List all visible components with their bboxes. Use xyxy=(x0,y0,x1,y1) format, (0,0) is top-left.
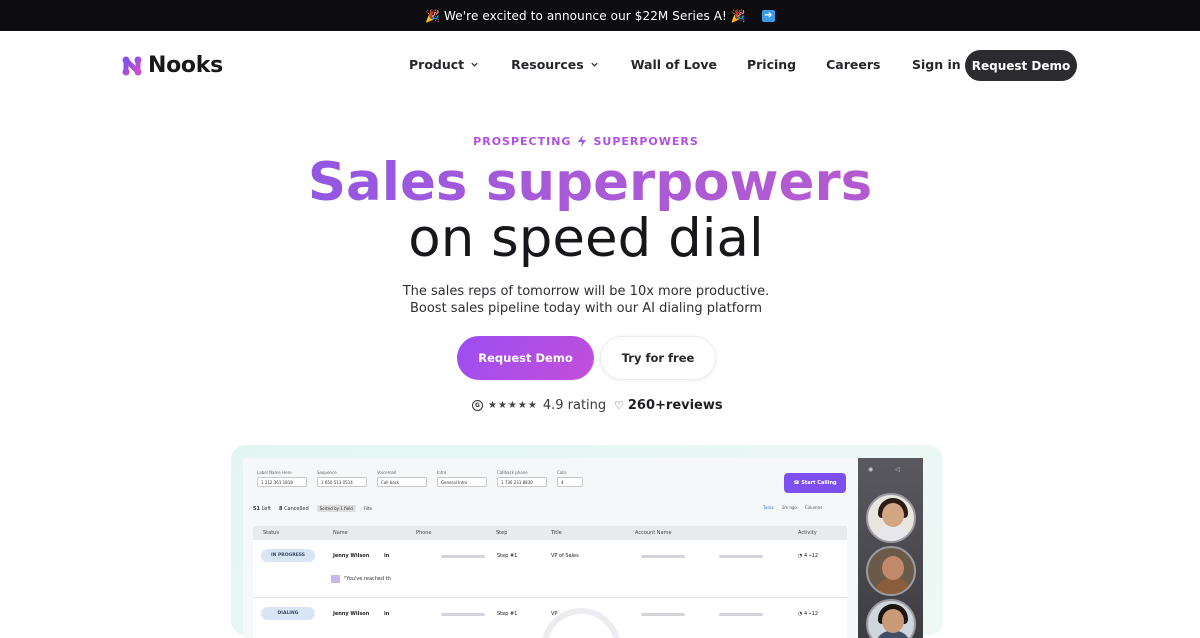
nav-item-careers[interactable]: Careers xyxy=(811,57,895,72)
hero-eyebrow: PROSPECTING SUPERPOWERS xyxy=(0,134,1172,148)
lightning-bolt-icon xyxy=(578,135,587,147)
nav-item-label: Product xyxy=(409,57,465,72)
filter-bar: Label Name Here 1 212 361 1818 Sequence 1 … xyxy=(257,470,583,487)
eyebrow-right: SUPERPOWERS xyxy=(593,134,699,148)
nav-item-wall-of-love[interactable]: Wall of Love xyxy=(614,57,732,72)
sign-in-link[interactable]: Sign in xyxy=(912,57,961,72)
voicemail-note: "You've reached th xyxy=(331,575,391,583)
filter-field: Sequence 1 650 513 0514 xyxy=(317,470,367,487)
filter-field: Voicemail Call back xyxy=(377,470,427,487)
logo-text: Nooks xyxy=(148,53,223,78)
arrow-right-icon[interactable]: ➜ xyxy=(761,9,775,22)
top-navigation: Nooks Product Resources Wall of Love Pri… xyxy=(0,31,1200,99)
nav-item-label: Wall of Love xyxy=(630,57,717,72)
participant-avatar xyxy=(866,599,916,638)
star-rating-icon: ★★★★★ xyxy=(488,400,538,411)
nooks-logo-icon xyxy=(122,56,142,75)
heart-icon: ♡ xyxy=(614,399,624,412)
nav-item-label: Pricing xyxy=(746,57,797,72)
try-for-free-button[interactable]: Try for free xyxy=(600,336,716,380)
nav-item-product[interactable]: Product xyxy=(394,57,494,72)
nav-item-resources[interactable]: Resources xyxy=(494,57,614,72)
g2-logo-icon: G xyxy=(472,400,483,411)
hero-subtitle: The sales reps of tomorrow will be 10x m… xyxy=(0,283,1172,317)
hero-subtitle-line-1: The sales reps of tomorrow will be 10x m… xyxy=(402,284,770,299)
table-row: IN PROGRESS Jenny Wilson in Step #1 VP o… xyxy=(253,540,847,598)
hero-title-line-1: Sales superpowers xyxy=(0,152,1180,214)
queue-counts: 51 Left 8 Cancelled Sorted by 1 field Fi… xyxy=(253,505,373,512)
announcement-text[interactable]: 🎉 We're excited to announce our $22M Ser… xyxy=(425,9,746,23)
rating-text: 4.9 rating xyxy=(542,398,607,413)
filter-field: Label Name Here 1 212 361 1818 xyxy=(257,470,307,487)
hero-subtitle-line-2: Boost sales pipeline today with our AI d… xyxy=(409,301,763,316)
start-calling-button: ☎ Start Calling xyxy=(784,473,846,493)
nav-request-demo-button[interactable]: Request Demo xyxy=(965,50,1077,81)
participant-avatar xyxy=(866,546,916,596)
hero-title-line-2: on speed dial xyxy=(408,208,764,269)
announcement-bar[interactable]: 🎉 We're excited to announce our $22M Ser… xyxy=(0,0,1200,31)
reviews-link[interactable]: ♡ 260+reviews xyxy=(614,398,723,413)
filter-field: Intro General Intro xyxy=(437,470,487,487)
filter-field: Callback phone 1 736 231 8830 xyxy=(497,470,547,487)
eyebrow-left: PROSPECTING xyxy=(473,134,572,148)
main-menu: Product Resources Wall of Love Pricing C… xyxy=(394,57,895,72)
participant-avatar xyxy=(866,493,916,543)
chevron-down-icon xyxy=(591,62,598,67)
nav-item-pricing[interactable]: Pricing xyxy=(732,57,811,72)
table-header: Status Name Phone Step Title Account Nam… xyxy=(253,526,847,540)
nav-item-label: Careers xyxy=(826,57,881,72)
hero-request-demo-button[interactable]: Request Demo xyxy=(457,336,594,380)
filter-field: Calls 4 xyxy=(557,470,583,487)
chevron-down-icon xyxy=(471,62,478,67)
status-badge: DIALING xyxy=(261,607,315,620)
nav-item-label: Resources xyxy=(511,57,584,72)
video-controls: ◉ ◁ xyxy=(868,466,900,473)
g2-rating[interactable]: G ★★★★★ 4.9 rating xyxy=(472,398,606,413)
video-call-panel: ◉ ◁ xyxy=(858,458,923,638)
status-badge: IN PROGRESS xyxy=(261,549,315,562)
tasks-toolbar: Tasks 1m ago Columns xyxy=(763,505,823,510)
product-preview-app: Label Name Here 1 212 361 1818 Sequence 1 … xyxy=(243,458,858,638)
logo[interactable]: Nooks xyxy=(122,53,223,78)
reviews-text: 260+reviews xyxy=(627,398,723,413)
